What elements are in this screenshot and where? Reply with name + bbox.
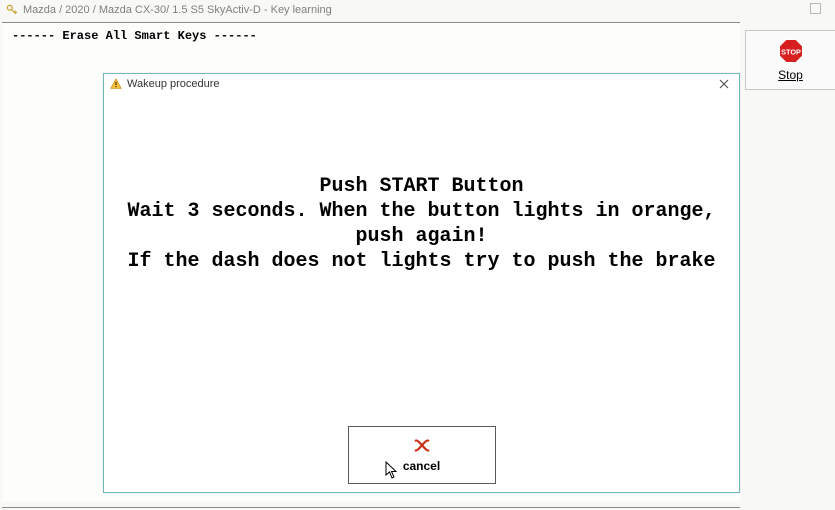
cancel-label: cancel xyxy=(403,459,440,473)
stop-icon-text: STOP xyxy=(781,47,801,56)
stop-icon: STOP xyxy=(778,38,804,64)
log-line-erase: ------ Erase All Smart Keys ------ xyxy=(12,29,730,43)
close-icon xyxy=(719,79,729,89)
app-key-icon xyxy=(6,4,18,16)
dialog-close-button[interactable] xyxy=(715,76,733,92)
dialog-titlebar: Wakeup procedure xyxy=(104,74,739,94)
warning-icon xyxy=(110,78,122,90)
app-titlebar: Mazda / 2020 / Mazda CX-30/ 1.5 S5 SkyAc… xyxy=(0,0,835,20)
app-title: Mazda / 2020 / Mazda CX-30/ 1.5 S5 SkyAc… xyxy=(23,4,332,16)
wakeup-dialog: Wakeup procedure Push START Button Wait … xyxy=(103,73,740,493)
dialog-footer: cancel xyxy=(104,417,739,492)
dialog-title: Wakeup procedure xyxy=(127,78,220,90)
dialog-instructions: Push START Button Wait 3 seconds. When t… xyxy=(104,174,739,274)
stop-label: Stop xyxy=(778,68,803,82)
stop-panel[interactable]: STOP Stop xyxy=(745,30,835,90)
cancel-x-icon xyxy=(413,437,431,455)
cancel-button[interactable]: cancel xyxy=(348,426,496,484)
content-bottom-divider xyxy=(2,507,740,508)
maximize-icon[interactable] xyxy=(810,3,821,14)
dialog-body: Push START Button Wait 3 seconds. When t… xyxy=(104,94,739,417)
